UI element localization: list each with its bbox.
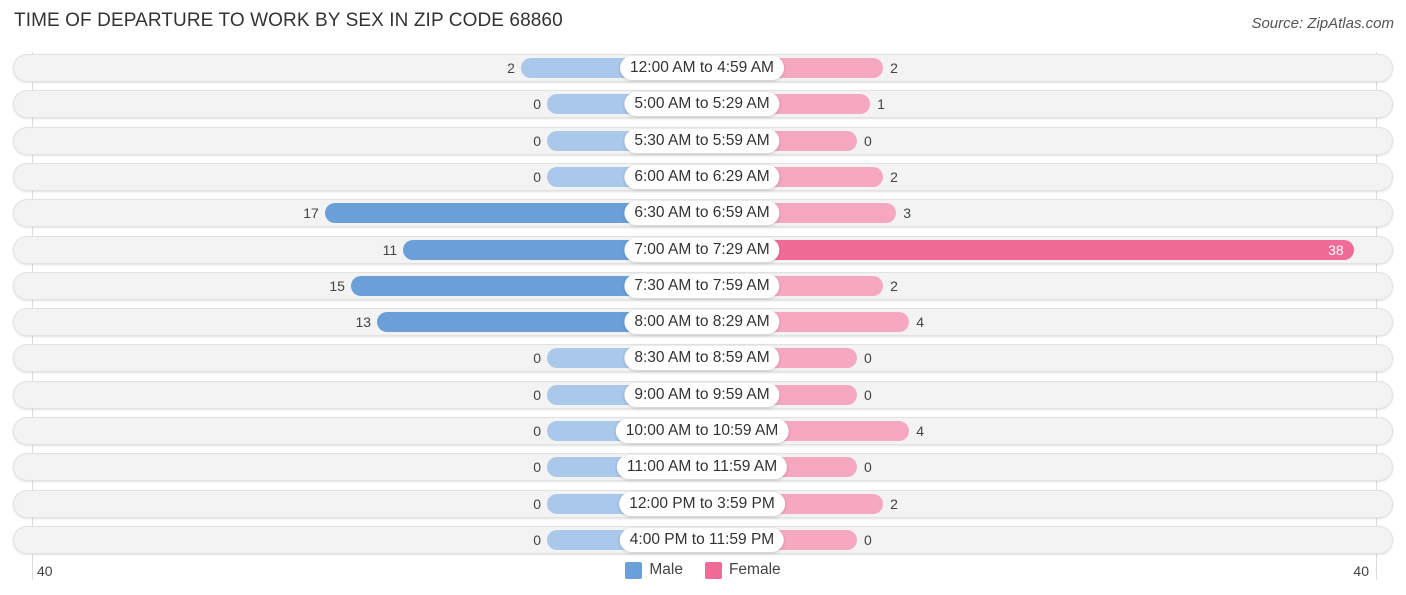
- male-value-label: 11: [382, 241, 398, 258]
- female-bar[interactable]: [702, 239, 1354, 260]
- male-value-label: 0: [533, 386, 541, 403]
- category-label: 7:30 AM to 7:59 AM: [624, 273, 780, 298]
- male-value-label: 17: [303, 205, 319, 222]
- female-value-label: 4: [916, 423, 925, 439]
- category-label: 9:00 AM to 9:59 AM: [624, 382, 780, 407]
- category-label: 7:00 AM to 7:29 AM: [624, 237, 780, 262]
- male-value-label: 0: [533, 132, 541, 149]
- male-value-label: 0: [533, 96, 541, 113]
- category-label: 12:00 AM to 4:59 AM: [620, 56, 784, 80]
- category-label: 4:00 PM to 11:59 PM: [619, 527, 785, 552]
- category-label: 5:30 AM to 5:59 AM: [624, 128, 780, 153]
- male-value-label: 0: [533, 350, 541, 367]
- category-label: 8:00 AM to 8:29 AM: [624, 310, 780, 335]
- legend: Male Female: [0, 561, 1406, 579]
- legend-item-male[interactable]: Male: [625, 561, 683, 579]
- legend-label-male: Male: [649, 561, 683, 578]
- female-value-label: 38: [1328, 241, 1344, 258]
- category-label: 12:00 PM to 3:59 PM: [619, 491, 785, 516]
- female-value-label: 2: [890, 168, 898, 185]
- female-value-label: 2: [890, 277, 898, 294]
- female-swatch: [704, 561, 722, 579]
- female-value-label: 4: [916, 314, 925, 331]
- male-value-label: 15: [329, 277, 345, 294]
- female-value-label: 0: [864, 350, 872, 367]
- legend-item-female[interactable]: Female: [704, 561, 781, 579]
- category-label: 10:00 AM to 10:59 AM: [615, 419, 789, 443]
- female-value-label: 0: [864, 132, 872, 149]
- female-value-label: 0: [864, 459, 872, 476]
- legend-label-female: Female: [728, 561, 781, 578]
- male-swatch: [625, 561, 643, 579]
- male-value-label: 0: [533, 495, 541, 512]
- category-label: 5:00 AM to 5:29 AM: [624, 92, 780, 117]
- female-value-label: 1: [877, 96, 885, 113]
- category-label: 8:30 AM to 8:59 AM: [624, 346, 780, 371]
- chart-rows: 2 2 12:00 AM to 4:59 AM 0 1 5:00 AM to 5:29 A…: [0, 0, 1406, 560]
- male-value-label: 0: [533, 531, 541, 548]
- male-value-label: 0: [533, 423, 541, 439]
- male-value-label: 2: [507, 60, 515, 76]
- female-value-label: 3: [903, 205, 911, 222]
- female-value-label: 0: [864, 386, 872, 403]
- category-label: 6:00 AM to 6:29 AM: [624, 164, 780, 189]
- female-value-label: 0: [864, 531, 872, 548]
- category-label: 11:00 AM to 11:59 AM: [616, 455, 788, 480]
- category-label: 6:30 AM to 6:59 AM: [624, 201, 780, 226]
- female-value-label: 2: [890, 60, 898, 76]
- male-value-label: 0: [533, 459, 541, 476]
- male-value-label: 0: [533, 168, 541, 185]
- female-value-label: 2: [890, 495, 898, 512]
- male-value-label: 13: [355, 314, 372, 331]
